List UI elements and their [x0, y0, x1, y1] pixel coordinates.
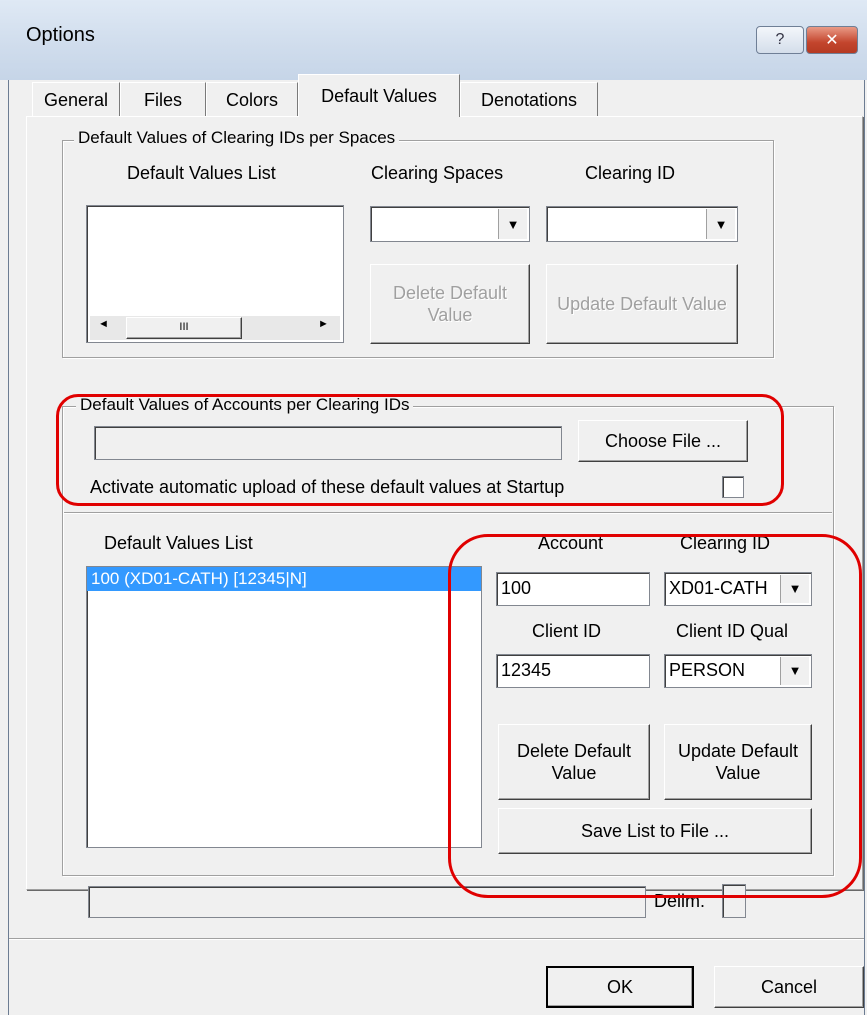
scroll-grip-icon: III — [179, 321, 189, 334]
ok-button[interactable]: OK — [546, 966, 694, 1008]
title-bar — [0, 0, 867, 80]
scroll-left-icon[interactable]: ◄ — [98, 318, 109, 330]
accounts-default-values-list[interactable]: 100 (XD01-CATH) [12345|N] — [86, 566, 482, 848]
clearing-id-dropdown[interactable]: ▼ — [546, 206, 738, 242]
highlight-accounts-file-box — [56, 394, 784, 506]
clearing-spaces-dropdown[interactable]: ▼ — [370, 206, 530, 242]
close-button[interactable]: ✕ — [806, 26, 858, 54]
footer-separator — [9, 938, 864, 940]
chevron-down-icon: ▼ — [498, 209, 527, 239]
window-title: Options — [26, 24, 95, 46]
accounts-list-label: Default Values List — [104, 533, 253, 553]
tab-general[interactable]: General — [32, 82, 120, 117]
list-item[interactable]: 100 (XD01-CATH) [12345|N] — [87, 567, 481, 591]
scroll-right-icon[interactable]: ► — [318, 318, 329, 330]
tab-files[interactable]: Files — [120, 82, 206, 117]
chevron-down-icon: ▼ — [706, 209, 735, 239]
clearing-id-label: Clearing ID — [585, 163, 676, 183]
clearing-spaces-label: Clearing Spaces — [371, 163, 504, 183]
tab-denotations[interactable]: Denotations — [460, 82, 598, 117]
update-default-value-button[interactable]: Update Default Value — [546, 264, 738, 344]
separator — [64, 512, 832, 514]
help-button[interactable]: ? — [756, 26, 804, 54]
cancel-button[interactable]: Cancel — [714, 966, 864, 1008]
tab-colors[interactable]: Colors — [206, 82, 298, 117]
group-spaces-title: Default Values of Clearing IDs per Space… — [74, 128, 400, 148]
delete-default-value-button[interactable]: Delete Default Value — [370, 264, 530, 344]
spaces-list-label: Default Values List — [127, 163, 276, 183]
close-icon: ✕ — [825, 32, 839, 49]
scroll-thumb[interactable]: III — [126, 317, 242, 339]
tab-default-values[interactable]: Default Values — [298, 74, 460, 117]
highlight-account-fields-box — [448, 534, 862, 898]
help-icon: ? — [775, 31, 785, 48]
